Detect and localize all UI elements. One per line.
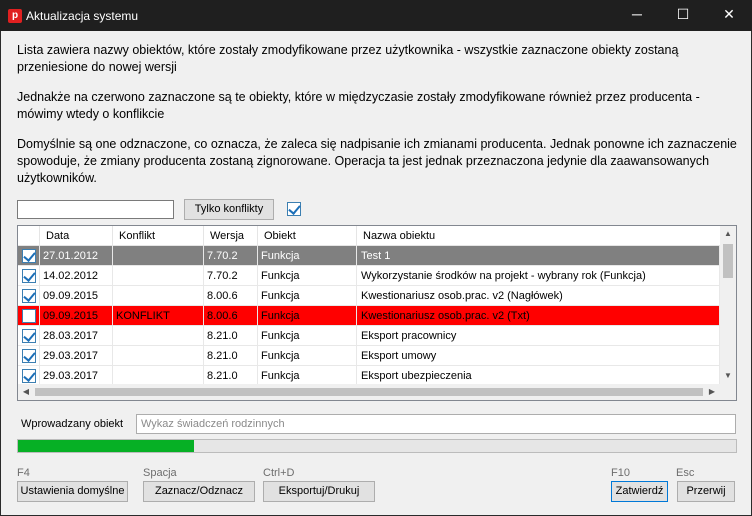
vertical-scrollbar[interactable]: ▲ ▼ [720, 226, 736, 384]
shortcut-ctrl-d: Ctrl+D [263, 467, 295, 479]
vertical-scroll-thumb[interactable] [723, 244, 733, 278]
row-checkbox-cell [18, 286, 40, 306]
row-checkbox[interactable] [22, 269, 36, 283]
row-checkbox[interactable] [22, 329, 36, 343]
progress-bar [17, 439, 737, 453]
cell-date: 28.03.2017 [40, 326, 113, 346]
cell-object: Funkcja [258, 286, 357, 306]
row-checkbox[interactable] [22, 309, 36, 323]
row-checkbox[interactable] [22, 349, 36, 363]
shortcut-f4: F4 [17, 467, 30, 479]
cell-date: 27.01.2012 [40, 246, 113, 266]
header-object[interactable]: Obiekt [258, 226, 357, 246]
cell-date: 14.02.2012 [40, 266, 113, 286]
shortcut-esc: Esc [676, 467, 695, 479]
row-checkbox[interactable] [22, 369, 36, 383]
cell-conflict [113, 246, 204, 266]
cell-object: Funkcja [258, 246, 357, 266]
current-object-field[interactable]: Wykaz świadczeń rodzinnych [136, 414, 736, 434]
shortcut-f10: F10 [611, 467, 630, 479]
cell-object-name: Eksport ubezpieczenia [357, 366, 720, 386]
row-checkbox-cell [18, 326, 40, 346]
confirm-button[interactable]: Zatwierdź [611, 481, 668, 502]
row-checkbox-cell [18, 346, 40, 366]
table-row[interactable]: 14.02.2012 7.70.2 Funkcja Wykorzystanie śro… [18, 266, 720, 286]
window-title: Aktualizacja systemu [26, 9, 139, 23]
cell-conflict [113, 326, 204, 346]
cell-object-name: Wykorzystanie środków na projekt - wybra… [357, 266, 720, 286]
title-bar: p Aktualizacja systemu ─ ☐ ✕ [0, 0, 752, 31]
cell-object-name: Kwestionariusz osob.prac. v2 (Nagłówek) [357, 286, 720, 306]
cell-date: 09.09.2015 [40, 306, 113, 326]
cell-object: Funkcja [258, 366, 357, 386]
filter-input[interactable] [17, 200, 174, 219]
cell-object: Funkcja [258, 306, 357, 326]
cell-object-name: Kwestionariusz osob.prac. v2 (Txt) [357, 306, 720, 326]
app-icon: p [8, 9, 22, 23]
row-checkbox-cell [18, 306, 40, 326]
current-object-label: Wprowadzany obiekt [21, 418, 124, 430]
objects-table: Data Konflikt Wersja Obiekt Nazwa obiekt… [17, 225, 737, 401]
header-object-name[interactable]: Nazwa obiektu [357, 226, 720, 246]
cell-object: Funkcja [258, 266, 357, 286]
cancel-button[interactable]: Przerwij [677, 481, 735, 502]
cell-object-name: Eksport umowy [357, 346, 720, 366]
conflicts-only-button[interactable]: Tylko konflikty [184, 199, 274, 220]
info-paragraph-3: Domyślnie są one odznaczone, co oznacza,… [17, 137, 737, 185]
cell-conflict: KONFLIKT [113, 306, 204, 326]
table-row[interactable]: 29.03.2017 8.21.0 Funkcja Eksport umowy [18, 346, 720, 366]
cell-version: 7.70.2 [204, 266, 258, 286]
cell-conflict [113, 346, 204, 366]
select-all-checkbox[interactable] [287, 202, 301, 216]
horizontal-scrollbar[interactable]: ◀ ▶ [18, 384, 736, 400]
scroll-up-icon[interactable]: ▲ [720, 226, 736, 242]
minimize-button[interactable]: ─ [614, 0, 660, 31]
cell-date: 29.03.2017 [40, 366, 113, 386]
row-checkbox[interactable] [22, 289, 36, 303]
info-paragraph-2: Jednakże na czerwono zaznaczone są te ob… [17, 90, 700, 121]
header-date[interactable]: Data [40, 226, 113, 246]
row-checkbox-cell [18, 246, 40, 266]
progress-fill [18, 440, 194, 452]
header-check-column [18, 226, 40, 246]
cell-date: 29.03.2017 [40, 346, 113, 366]
default-settings-button[interactable]: Ustawienia domyślne [17, 481, 128, 502]
row-checkbox[interactable] [22, 249, 36, 263]
table-row[interactable]: 09.09.2015 8.00.6 Funkcja Kwestionariusz os… [18, 286, 720, 306]
toggle-check-button[interactable]: Zaznacz/Odznacz [143, 481, 255, 502]
scroll-down-icon[interactable]: ▼ [720, 368, 736, 384]
row-checkbox-cell [18, 266, 40, 286]
cell-version: 8.00.6 [204, 306, 258, 326]
scroll-left-icon[interactable]: ◀ [18, 384, 34, 400]
table-header: Data Konflikt Wersja Obiekt Nazwa obiekt… [18, 226, 720, 246]
cell-version: 8.00.6 [204, 286, 258, 306]
cell-date: 09.09.2015 [40, 286, 113, 306]
cell-object: Funkcja [258, 326, 357, 346]
cell-version: 7.70.2 [204, 246, 258, 266]
header-conflict[interactable]: Konflikt [113, 226, 204, 246]
horizontal-scroll-thumb[interactable] [35, 388, 703, 396]
cell-conflict [113, 366, 204, 386]
table-row[interactable]: 28.03.2017 8.21.0 Funkcja Eksport pracownic… [18, 326, 720, 346]
cell-version: 8.21.0 [204, 326, 258, 346]
cell-conflict [113, 266, 204, 286]
table-row[interactable]: 29.03.2017 8.21.0 Funkcja Eksport ubezpiecz… [18, 366, 720, 386]
export-print-button[interactable]: Eksportuj/Drukuj [263, 481, 375, 502]
table-row[interactable]: 09.09.2015 KONFLIKT 8.00.6 Funkcja Kwestiona… [18, 306, 720, 326]
cell-object-name: Eksport pracownicy [357, 326, 720, 346]
cell-object-name: Test 1 [357, 246, 720, 266]
close-button[interactable]: ✕ [706, 0, 752, 31]
info-paragraph-1: Lista zawiera nazwy obiektów, które zost… [17, 43, 679, 74]
cell-version: 8.21.0 [204, 346, 258, 366]
shortcut-space: Spacja [143, 467, 177, 479]
row-checkbox-cell [18, 366, 40, 386]
table-row[interactable]: 27.01.2012 7.70.2 Funkcja Test 1 [18, 246, 720, 266]
cell-conflict [113, 286, 204, 306]
header-version[interactable]: Wersja [204, 226, 258, 246]
maximize-button[interactable]: ☐ [660, 0, 706, 31]
cell-object: Funkcja [258, 346, 357, 366]
cell-version: 8.21.0 [204, 366, 258, 386]
scroll-right-icon[interactable]: ▶ [704, 384, 720, 400]
